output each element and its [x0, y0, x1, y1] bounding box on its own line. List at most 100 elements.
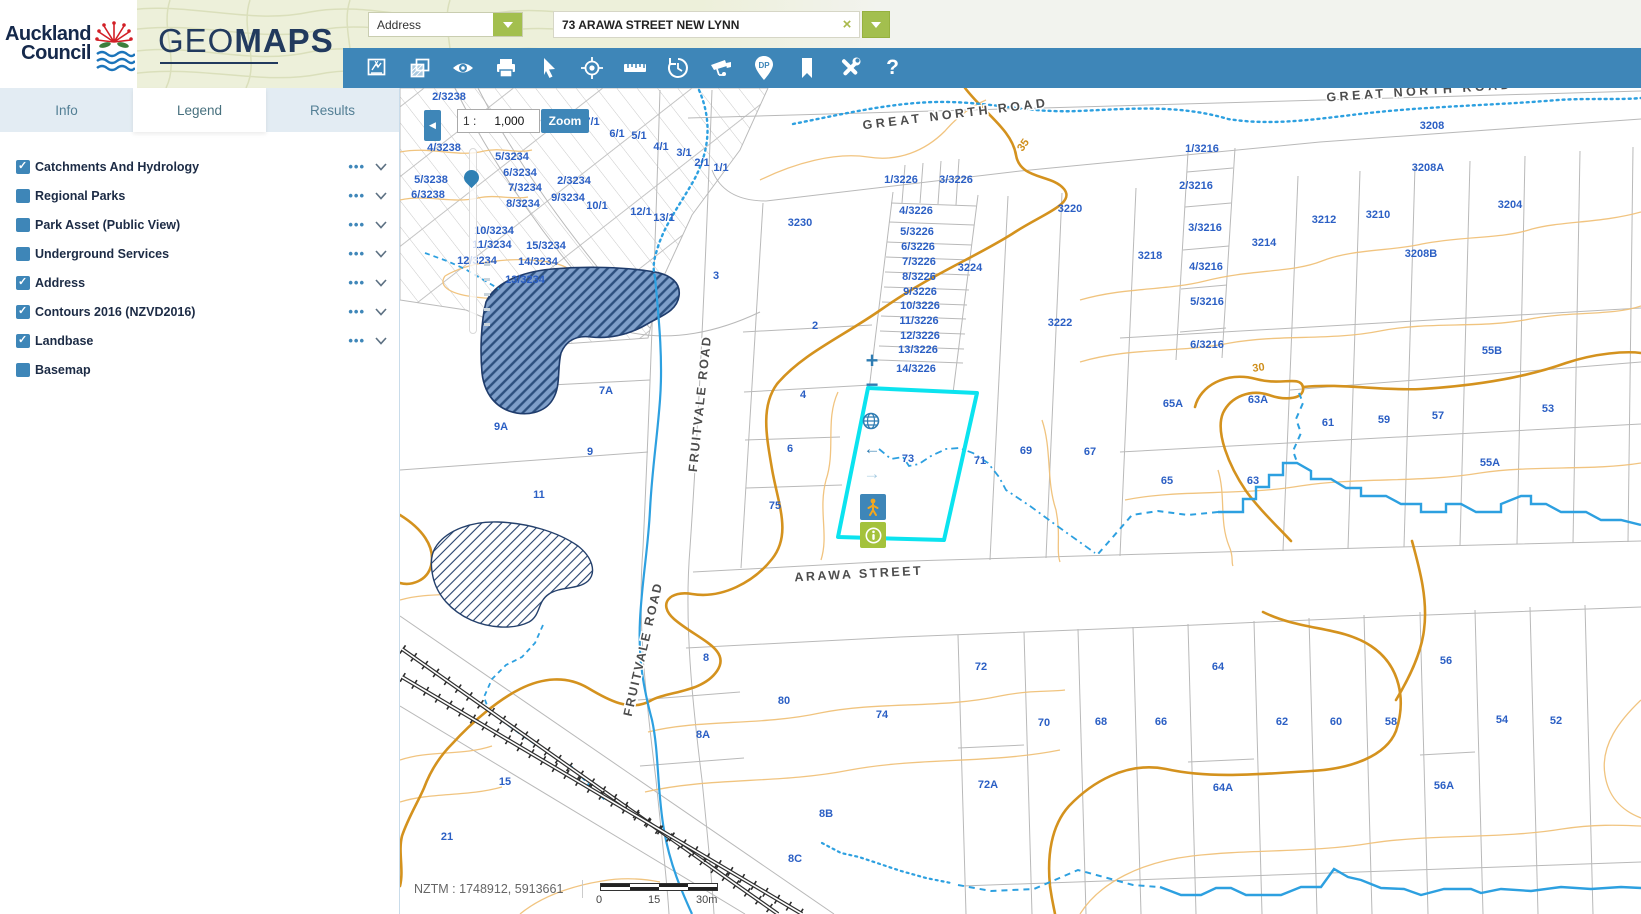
layer-row: Address••• [0, 268, 399, 297]
sidebar-tabs: InfoLegendResults [0, 88, 399, 132]
help-button[interactable]: ? [871, 48, 914, 88]
zoom-button[interactable]: Zoom [541, 109, 589, 133]
bookmark-button[interactable] [785, 48, 828, 88]
layer-menu-dots-icon[interactable]: ••• [348, 275, 365, 290]
svg-text:9/3234: 9/3234 [551, 192, 586, 204]
tab-results[interactable]: Results [266, 88, 399, 132]
street-view-button[interactable] [860, 494, 886, 520]
svg-text:6/3226: 6/3226 [901, 241, 935, 253]
layer-row: Landbase••• [0, 326, 399, 355]
svg-text:54: 54 [1496, 714, 1509, 726]
pohutukawa-icon [93, 16, 135, 72]
print-button[interactable] [484, 48, 527, 88]
svg-text:11/3234: 11/3234 [472, 239, 512, 251]
svg-text:7/3234: 7/3234 [508, 182, 543, 194]
chevron-down-icon[interactable] [375, 308, 387, 316]
coordinates-readout: NZTM : 1748912, 5913661 [414, 882, 563, 896]
search-type-dropdown-icon[interactable] [493, 13, 522, 36]
full-extent-button[interactable] [862, 412, 880, 435]
svg-text:6/3234: 6/3234 [503, 167, 538, 179]
svg-text:15: 15 [499, 776, 511, 788]
layer-checkbox[interactable] [16, 276, 30, 290]
layer-label: Contours 2016 (NZVD2016) [35, 305, 348, 319]
basemap-gallery-button[interactable] [355, 48, 398, 88]
history-button[interactable] [656, 48, 699, 88]
locate-button[interactable] [570, 48, 613, 88]
app-title: GEOMAPS [158, 22, 334, 60]
layer-checkbox[interactable] [16, 247, 30, 261]
layer-checkbox[interactable] [16, 218, 30, 232]
layer-checkbox[interactable] [16, 363, 30, 377]
svg-text:65: 65 [1161, 475, 1173, 487]
zoom-out-button[interactable]: − [861, 375, 883, 395]
layer-menu-dots-icon[interactable]: ••• [348, 246, 365, 261]
layer-checkbox[interactable] [16, 189, 30, 203]
zoom-slider-ticks [484, 251, 490, 331]
layer-label: Underground Services [35, 247, 348, 261]
map-canvas[interactable]: 2/32384/32385/32386/32385/32346/32347/32… [400, 88, 1641, 914]
tools-button[interactable] [828, 48, 871, 88]
svg-text:2/3216: 2/3216 [1179, 180, 1213, 192]
info-icon [865, 527, 882, 544]
scalebar-30: 30m [696, 894, 717, 906]
svg-text:67: 67 [1084, 446, 1096, 458]
svg-text:68: 68 [1095, 716, 1107, 728]
layer-checkbox[interactable] [16, 334, 30, 348]
layer-row: Contours 2016 (NZVD2016)••• [0, 297, 399, 326]
toolbar: DP ? [343, 48, 1641, 88]
layer-menu-dots-icon[interactable]: ••• [348, 333, 365, 348]
next-extent-button[interactable]: → [861, 464, 883, 484]
layer-menu-dots-icon[interactable]: ••• [348, 304, 365, 319]
scale-input[interactable] [476, 114, 528, 128]
layer-checkbox[interactable] [16, 305, 30, 319]
layer-row: Park Asset (Public View)••• [0, 210, 399, 239]
svg-text:2/1: 2/1 [694, 157, 709, 169]
previous-extent-button[interactable]: ← [861, 439, 883, 459]
street-camera-button[interactable] [699, 48, 742, 88]
chevron-down-icon[interactable] [375, 221, 387, 229]
svg-text:DP: DP [758, 61, 770, 70]
chevron-down-icon[interactable] [375, 337, 387, 345]
search-input[interactable] [554, 18, 835, 32]
layer-menu-dots-icon[interactable]: ••• [348, 159, 365, 174]
svg-text:52: 52 [1550, 715, 1562, 727]
chevron-down-icon[interactable] [375, 163, 387, 171]
svg-text:63: 63 [1247, 475, 1259, 487]
layer-checkbox[interactable] [16, 160, 30, 174]
svg-text:3212: 3212 [1312, 214, 1336, 226]
layer-menu-dots-icon[interactable]: ••• [348, 188, 365, 203]
chevron-down-icon[interactable] [375, 279, 387, 287]
svg-text:12/1: 12/1 [630, 206, 651, 218]
svg-text:3210: 3210 [1366, 209, 1390, 221]
layer-row: Regional Parks••• [0, 181, 399, 210]
chevron-down-icon[interactable] [375, 250, 387, 258]
basemap-svg: 2/32384/32385/32386/32385/32346/32347/32… [400, 88, 1641, 914]
svg-text:55A: 55A [1480, 457, 1500, 469]
visibility-button[interactable] [441, 48, 484, 88]
svg-text:80: 80 [778, 695, 790, 707]
search-box: × [553, 11, 860, 38]
svg-text:3220: 3220 [1058, 203, 1082, 215]
search-dropdown-button[interactable] [862, 11, 890, 38]
clear-search-icon[interactable]: × [835, 16, 859, 33]
chevron-down-icon[interactable] [375, 192, 387, 200]
identify-button[interactable] [860, 522, 886, 548]
geomaps-app: Auckland Council GEOMAPS [0, 0, 1641, 914]
svg-text:60: 60 [1330, 716, 1342, 728]
tab-info[interactable]: Info [0, 88, 133, 132]
dp-pin-button[interactable]: DP [742, 48, 785, 88]
layer-menu-dots-icon[interactable]: ••• [348, 217, 365, 232]
tab-legend[interactable]: Legend [133, 88, 266, 132]
collapse-sidebar-button[interactable]: ◀ [424, 110, 441, 141]
svg-text:4/1: 4/1 [653, 141, 668, 153]
select-pointer-button[interactable] [527, 48, 570, 88]
measure-button[interactable] [613, 48, 656, 88]
header: Auckland Council GEOMAPS [0, 0, 1641, 88]
zoom-in-button[interactable]: + [861, 351, 883, 371]
app-title-underline [160, 62, 278, 64]
svg-text:5/1: 5/1 [631, 130, 646, 142]
svg-text:6: 6 [787, 443, 793, 455]
layers-button[interactable] [398, 48, 441, 88]
svg-text:1/3226: 1/3226 [884, 174, 918, 186]
search-type-select[interactable]: Address [368, 12, 523, 37]
